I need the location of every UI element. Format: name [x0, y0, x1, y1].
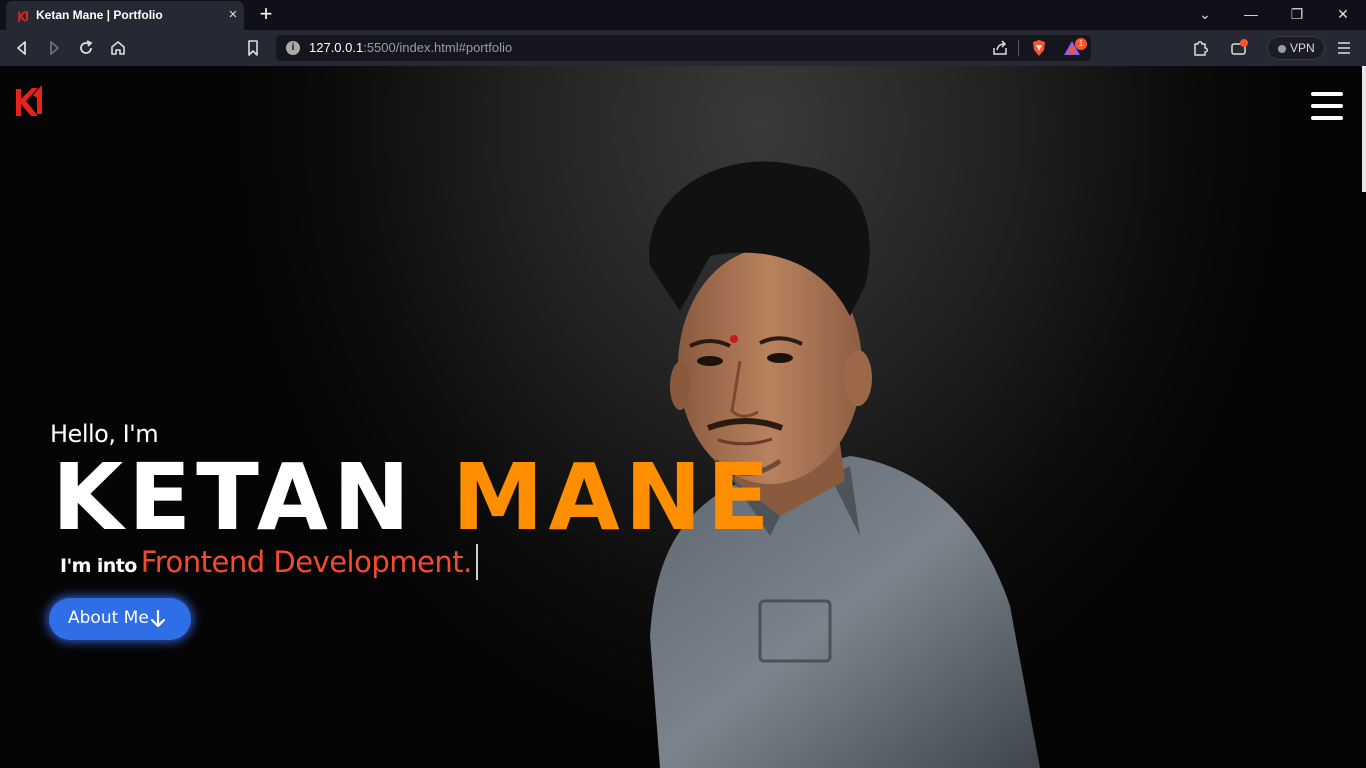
hero-first-name: KETAN [52, 444, 415, 551]
vpn-status-icon [1278, 45, 1286, 53]
arrow-down-icon [150, 609, 166, 628]
menu-bar-top [1311, 92, 1343, 96]
menu-bar-bottom [1311, 116, 1343, 120]
vpn-label: VPN [1290, 41, 1315, 55]
tab-title: Ketan Mane | Portfolio [36, 8, 163, 22]
vpn-button[interactable]: VPN [1267, 36, 1325, 60]
bookmark-icon[interactable] [243, 38, 263, 58]
close-window-button[interactable]: ✕ [1333, 4, 1353, 24]
hero-last-name: MANE [451, 444, 775, 551]
about-me-button[interactable]: About Me [49, 598, 191, 640]
typing-caret [475, 544, 478, 580]
typed-prefix: I'm into [60, 555, 137, 577]
tab-close-icon[interactable]: × [226, 6, 240, 24]
new-tab-button[interactable]: + [256, 3, 276, 25]
minimize-button[interactable]: — [1241, 4, 1261, 24]
home-icon[interactable] [108, 38, 128, 58]
hamburger-menu-icon[interactable] [1311, 92, 1343, 120]
typed-role-text: Frontend Development. [140, 545, 473, 579]
tab-search-chevron-icon[interactable]: ⌄ [1195, 4, 1215, 24]
forward-icon[interactable] [44, 38, 64, 58]
scrollbar-thumb[interactable] [1362, 66, 1366, 192]
browser-tab-active[interactable]: Ketan Mane | Portfolio × [6, 1, 244, 30]
divider [1018, 40, 1019, 56]
wallet-icon[interactable] [1229, 38, 1249, 58]
extensions-icon[interactable] [1190, 38, 1210, 58]
hero-name: KETAN MANE [52, 448, 775, 548]
hero-typed-line: I'm into Frontend Development. [60, 544, 478, 580]
share-icon[interactable] [990, 38, 1010, 58]
menu-bar-middle [1311, 104, 1343, 108]
site-logo-favicon-icon [18, 10, 29, 22]
about-me-label: About Me [68, 608, 149, 628]
info-icon[interactable]: i [286, 41, 300, 55]
url-path: :5500/index.html#portfolio [363, 40, 513, 55]
menu-icon[interactable] [1334, 38, 1354, 58]
url-text[interactable]: 127.0.0.1:5500/index.html#portfolio [309, 40, 512, 55]
back-icon[interactable] [12, 38, 32, 58]
reload-icon[interactable] [76, 38, 96, 58]
address-bar[interactable]: i 127.0.0.1:5500/index.html#portfolio 1 [276, 35, 1091, 61]
rewards-badge: 1 [1075, 38, 1087, 50]
browser-tab-strip: Ketan Mane | Portfolio × + ⌄ — ❐ ✕ [0, 0, 1366, 30]
site-logo[interactable] [14, 83, 44, 119]
brave-shields-icon[interactable] [1029, 38, 1049, 58]
url-host: 127.0.0.1 [309, 40, 364, 55]
restore-button[interactable]: ❐ [1287, 4, 1307, 24]
browser-toolbar: i 127.0.0.1:5500/index.html#portfolio 1 … [0, 30, 1366, 66]
portfolio-hero-section: Hello, I'm KETAN MANE I'm into Frontend D… [0, 66, 1366, 768]
